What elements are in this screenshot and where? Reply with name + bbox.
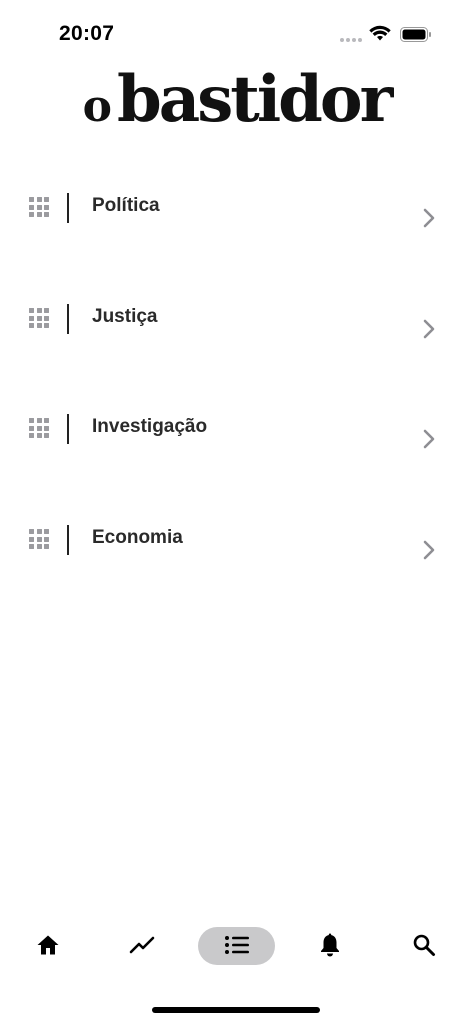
tab-search[interactable] [403,924,445,966]
cellular-signal-icon [340,38,362,42]
search-icon [413,934,435,956]
bell-icon [321,933,339,957]
tab-list[interactable] [198,924,275,966]
category-item-politica[interactable]: Política [0,193,473,303]
drag-handle-icon[interactable] [29,418,49,438]
chevron-right-icon [423,319,435,339]
tab-trending[interactable] [121,924,163,966]
category-label: Justiça [92,306,158,327]
category-label: Investigação [92,416,208,437]
app-screen: 20:07 obastidor Política Justiça Investi… [0,0,473,1024]
category-divider [67,304,69,334]
battery-icon [400,27,431,42]
tab-bar [0,924,473,970]
wifi-icon [369,25,391,41]
logo-article: o [82,81,112,132]
tab-notifications[interactable] [310,924,350,966]
drag-handle-icon[interactable] [29,197,49,217]
drag-handle-icon[interactable] [29,529,49,549]
status-bar: 20:07 [0,0,473,60]
tab-home[interactable] [28,924,68,966]
home-icon [37,935,59,955]
trending-icon [129,936,155,954]
status-time: 20:07 [59,22,115,45]
chevron-right-icon [423,540,435,560]
category-divider [67,525,69,555]
drag-handle-icon[interactable] [29,308,49,328]
app-logo: obastidor [0,62,473,137]
category-label: Política [92,195,160,216]
category-divider [67,414,69,444]
home-indicator[interactable] [152,1007,320,1013]
category-label: Economia [92,527,183,548]
chevron-right-icon [423,429,435,449]
category-item-investigacao[interactable]: Investigação [0,414,473,524]
logo-name: bastidor [117,62,393,137]
list-icon [224,936,249,954]
category-item-economia[interactable]: Economia [0,525,473,635]
category-divider [67,193,69,223]
category-item-justica[interactable]: Justiça [0,304,473,414]
chevron-right-icon [423,208,435,228]
